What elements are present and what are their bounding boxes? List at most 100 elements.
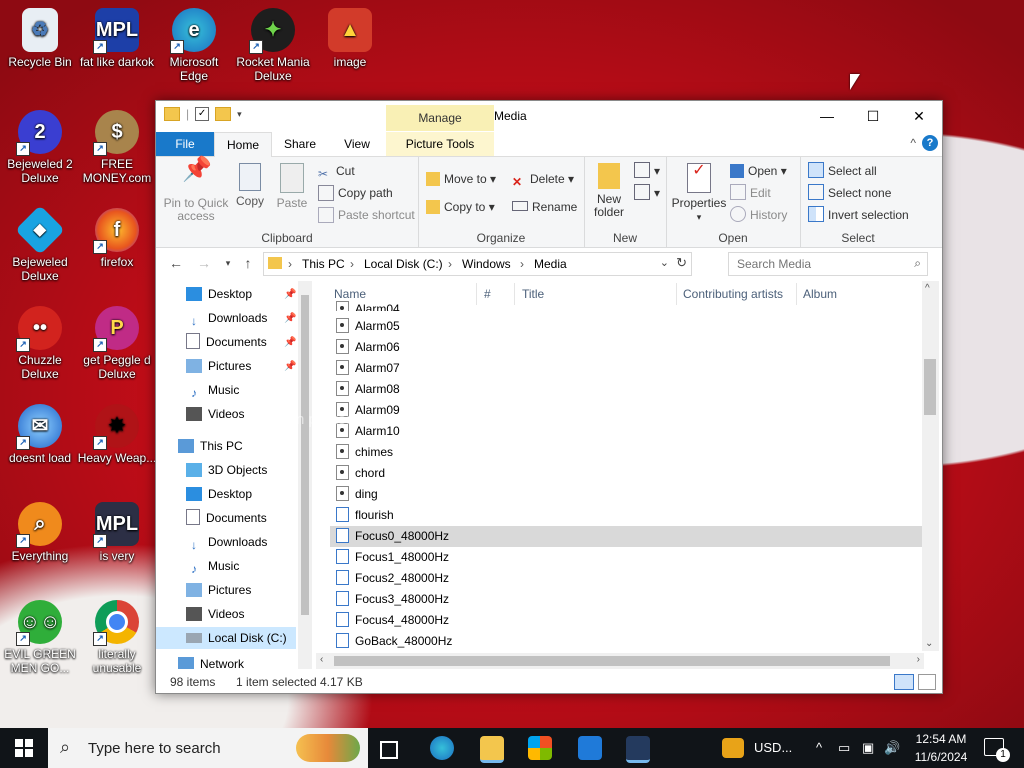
nav-quick-documents[interactable]: Documents [186, 331, 267, 353]
list-item[interactable]: Alarm07 [330, 358, 922, 379]
nav-pane-scrollbar[interactable] [298, 281, 312, 669]
show-hidden-icons-chevron-icon[interactable]: ^ [816, 740, 822, 755]
back-arrow-icon[interactable]: ← [166, 255, 186, 273]
column-header-number[interactable]: # [484, 287, 491, 301]
file-list-vertical-scrollbar[interactable]: ^ ⌄ [922, 281, 939, 651]
properties-button[interactable]: ✓ Properties ▾ [670, 163, 728, 224]
title-bar[interactable]: | ✓ ▾ Manage Media — ☐ ✕ [156, 101, 942, 131]
forward-arrow-icon[interactable]: → [194, 255, 214, 273]
large-icons-view-icon[interactable] [918, 674, 936, 690]
breadcrumb-windows[interactable]: Windows [462, 257, 511, 271]
breadcrumb-local-disk[interactable]: Local Disk (C:) [364, 257, 443, 271]
select-none-button[interactable]: Select none [808, 183, 891, 203]
close-button[interactable]: ✕ [896, 101, 942, 131]
move-to-button[interactable]: Move to ▾ [426, 169, 496, 189]
invert-selection-button[interactable]: Invert selection [808, 205, 909, 225]
desktop-icon-free-money[interactable]: $ ↗ FREE MONEY.com [77, 110, 157, 185]
new-item-button[interactable]: ▾ [634, 161, 660, 181]
desktop-icon-literally-unusable[interactable]: ↗ literally unusable [77, 600, 157, 675]
list-item[interactable]: GoBack_48000Hz [330, 631, 922, 652]
nav-scroll-thumb[interactable] [301, 295, 309, 615]
breadcrumb-media[interactable]: Media [534, 257, 567, 271]
column-header-contributing-artists[interactable]: Contributing artists [683, 287, 783, 301]
history-button[interactable]: History [730, 205, 787, 225]
desktop-icon-is-very[interactable]: MPL ↗ is very [77, 502, 157, 563]
rename-button[interactable]: Rename [512, 197, 577, 217]
nav-quick-music[interactable]: ♪ Music [186, 379, 239, 401]
mail-icon[interactable] [578, 736, 602, 760]
copy-to-button[interactable]: Copy to ▾ [426, 197, 495, 217]
search-input[interactable] [735, 256, 909, 272]
currency-weather-icon[interactable] [722, 738, 744, 758]
easy-access-button[interactable]: ▾ [634, 183, 660, 203]
nav-pc-desktop[interactable]: Desktop [186, 483, 252, 505]
tab-view[interactable]: View [340, 132, 374, 156]
desktop-icon-image[interactable]: ▲ image [310, 8, 390, 69]
desktop-icon-evil-green-men[interactable]: ☺☺ ↗ EVIL GREEN MEN GO... [0, 600, 80, 675]
tab-home[interactable]: Home [214, 132, 272, 158]
list-item[interactable]: Focus4_48000Hz [330, 610, 922, 631]
open-button[interactable]: Open ▾ [730, 161, 787, 181]
nav-quick-downloads[interactable]: ↓ Downloads [186, 307, 267, 329]
cut-button[interactable]: ✂ Cut [318, 161, 355, 181]
nav-quick-pictures[interactable]: Pictures [186, 355, 251, 377]
horizontal-scroll-thumb[interactable] [334, 656, 890, 666]
list-item[interactable]: Focus2_48000Hz [330, 568, 922, 589]
nav-pc-local-disk[interactable]: Local Disk (C:) [156, 627, 296, 649]
scroll-left-icon[interactable]: ‹ [320, 654, 323, 665]
new-folder-button[interactable]: New folder [588, 163, 630, 219]
file-list-horizontal-scrollbar[interactable]: ‹ › [316, 653, 924, 669]
vertical-scroll-thumb[interactable] [924, 359, 936, 415]
delete-button[interactable]: ✕ Delete ▾ [512, 169, 574, 189]
microsoft-store-icon[interactable] [528, 736, 552, 760]
desktop-icon-everything[interactable]: ⌕ ↗ Everything [0, 502, 80, 563]
help-icon[interactable]: ? [922, 135, 938, 151]
desktop-icon-bejeweled-2[interactable]: 2 ↗ Bejeweled 2 Deluxe [0, 110, 80, 185]
desktop-icon-fat-like-darkok[interactable]: MPL ↗ fat like darkok [77, 8, 157, 69]
customize-chevron-icon[interactable]: ▾ [237, 109, 242, 120]
search-box[interactable]: ⌕ [728, 252, 928, 276]
desktop-icon-doesnt-load[interactable]: ✉ ↗ doesnt load [0, 404, 80, 465]
column-header-title[interactable]: Title [522, 287, 544, 301]
file-explorer-taskbar-icon[interactable] [480, 736, 504, 763]
desktop-icon-chuzzle[interactable]: •• ↗ Chuzzle Deluxe [0, 306, 80, 381]
scroll-down-icon[interactable]: ⌄ [925, 638, 933, 649]
details-view-icon[interactable] [894, 674, 914, 690]
taskbar-search[interactable]: ⌕ Type here to search [48, 728, 368, 768]
paste-shortcut-button[interactable]: Paste shortcut [318, 205, 415, 225]
nav-quick-desktop[interactable]: Desktop [186, 283, 252, 305]
desktop-icon-recycle-bin[interactable]: ♻ Recycle Bin [0, 8, 80, 69]
recent-locations-chevron-icon[interactable]: ▾ [218, 258, 238, 276]
copy-path-button[interactable]: Copy path [318, 183, 393, 203]
up-arrow-icon[interactable]: ↑ [238, 255, 258, 273]
nav-pc-downloads[interactable]: ↓ Downloads [186, 531, 267, 553]
network-icon[interactable]: ▣ [862, 740, 874, 756]
list-item[interactable]: Alarm09 [330, 400, 922, 421]
copy-button[interactable]: Copy [232, 163, 268, 208]
task-view-icon[interactable] [380, 741, 398, 759]
list-item-selected[interactable]: Focus0_48000Hz [330, 526, 922, 547]
list-item[interactable]: ding [330, 484, 922, 505]
edge-taskbar-icon[interactable] [430, 736, 454, 760]
list-item[interactable]: Alarm08 [330, 379, 922, 400]
refresh-icon[interactable]: ↻ [676, 255, 687, 271]
start-button[interactable] [0, 728, 48, 768]
list-item[interactable]: flourish [330, 505, 922, 526]
meet-now-icon[interactable]: ▭ [838, 740, 850, 756]
desktop-icon-firefox[interactable]: f ↗ firefox [77, 208, 157, 269]
properties-check-icon[interactable]: ✓ [195, 107, 210, 121]
minimize-button[interactable]: — [804, 101, 850, 131]
address-bar[interactable]: › This PC › Local Disk (C:) › Windows › … [263, 252, 692, 276]
scroll-up-icon[interactable]: ^ [925, 283, 930, 294]
nav-network[interactable]: Network [178, 653, 244, 669]
maximize-button[interactable]: ☐ [850, 101, 896, 131]
tab-file[interactable]: File [156, 132, 214, 156]
list-item[interactable]: Alarm06 [330, 337, 922, 358]
select-all-button[interactable]: Select all [808, 161, 877, 181]
address-dropdown-chevron-icon[interactable]: ⌄ [660, 256, 669, 269]
nav-pc-3d-objects[interactable]: 3D Objects [186, 459, 267, 481]
desktop-icon-peggle[interactable]: P ↗ get Peggle d Deluxe [77, 306, 157, 381]
new-folder-icon[interactable] [215, 107, 232, 121]
desktop-icon-rocket-mania[interactable]: ✦ ↗ Rocket Mania Deluxe [233, 8, 313, 83]
system-clock[interactable]: 12:54 AM 11/6/2024 [906, 730, 976, 766]
